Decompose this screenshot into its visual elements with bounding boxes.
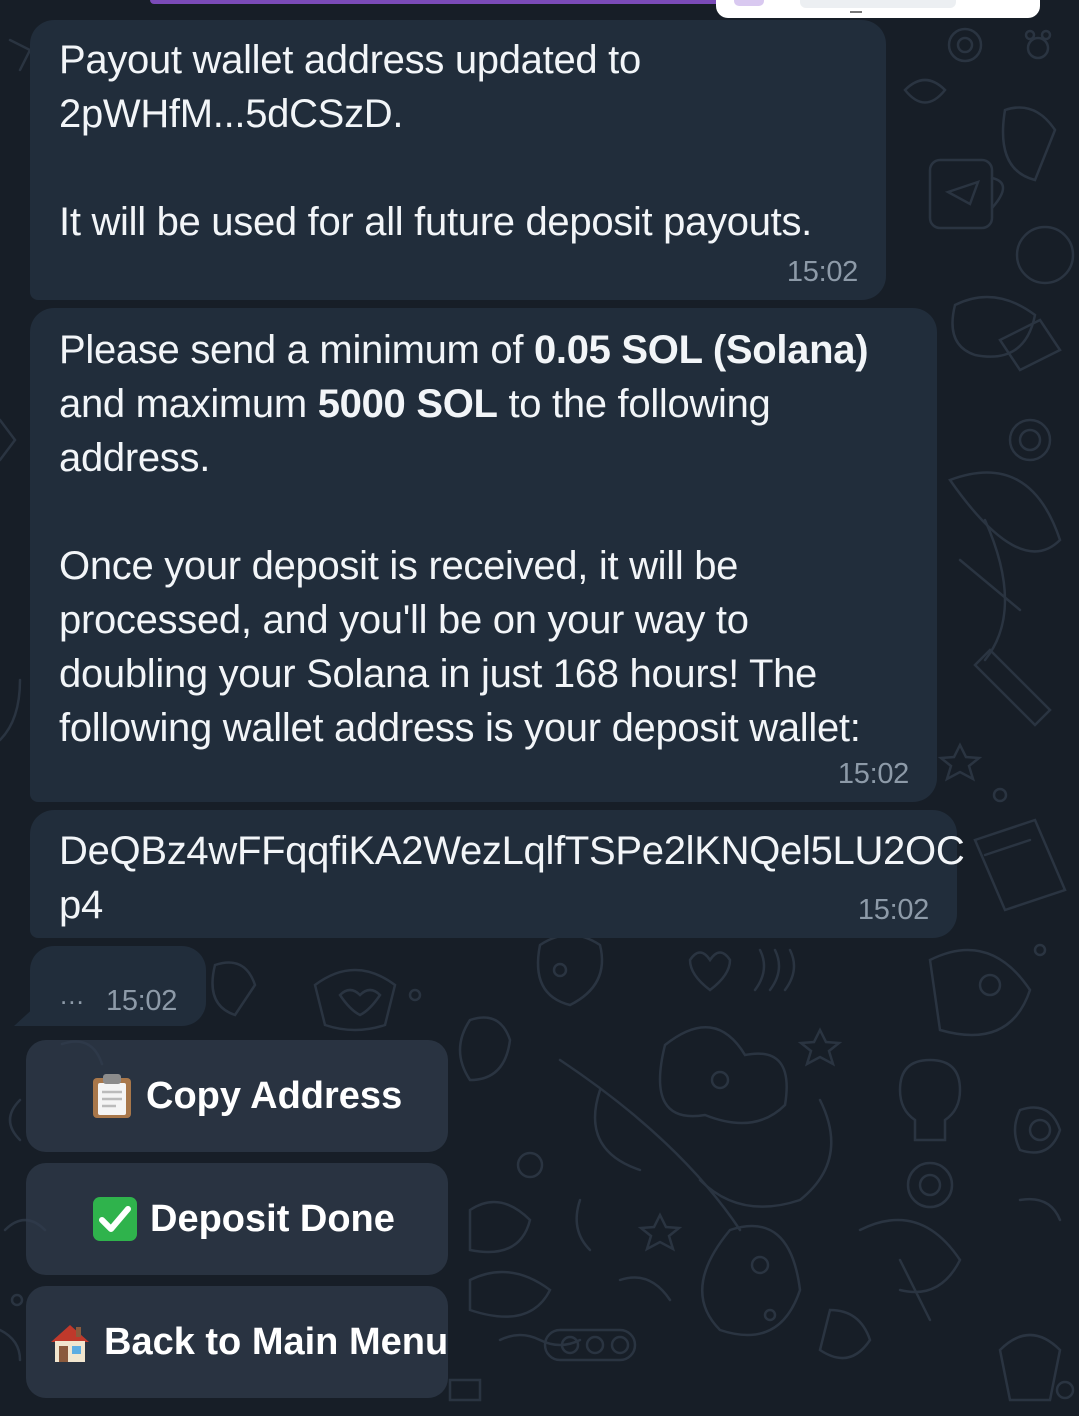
check-mark-button-icon <box>92 1196 138 1242</box>
message-time: 15:02 <box>786 256 858 288</box>
back-to-main-menu-button[interactable]: Back to Main Menu <box>26 1286 448 1398</box>
wallet-address-text[interactable]: DeQBz4wFFqqfiKA2WezLqlfTSPe2lKNQel5LU2OC <box>59 824 965 878</box>
min-amount: 0.05 SOL (Solana) <box>533 328 869 372</box>
deposit-done-label: Deposit Done <box>150 1197 395 1240</box>
copy-address-button[interactable]: Copy Address <box>26 1040 448 1152</box>
pinned-chip <box>800 0 956 8</box>
message-bubble[interactable]: ... 15:02 <box>30 946 206 1026</box>
message-bubble[interactable]: Payout wallet address updated to 2pWHfM.… <box>30 20 886 300</box>
message-text: processed, and you'll be on your way to <box>59 598 749 642</box>
ellipsis-text: ... <box>60 980 85 1010</box>
message-text-segment: Please send a minimum of <box>59 328 534 372</box>
message-time: 15:02 <box>106 985 178 1017</box>
max-amount: 5000 SOL <box>317 382 498 426</box>
back-to-main-menu-label: Back to Main Menu <box>104 1320 448 1363</box>
message-time: 15:02 <box>857 894 929 926</box>
wallet-address-text[interactable]: p4 <box>59 878 957 932</box>
message-text: 2pWHfM...5dCSzD. <box>59 92 404 136</box>
house-icon <box>48 1320 92 1364</box>
pinned-panel[interactable] <box>716 0 1040 18</box>
message-text-segment: to the following <box>497 382 771 426</box>
message-text: following wallet address is your deposit… <box>59 706 861 750</box>
message-text: doubling your Solana in just 168 hours! … <box>59 652 817 696</box>
clipboard-icon <box>90 1073 134 1119</box>
copy-address-label: Copy Address <box>146 1074 403 1117</box>
message-text: address. <box>59 436 211 480</box>
deposit-done-button[interactable]: Deposit Done <box>26 1163 448 1275</box>
message-text: Payout wallet address updated to <box>59 38 641 82</box>
message-time: 15:02 <box>837 758 909 790</box>
pinned-chip <box>734 0 764 6</box>
message-bubble-wallet-address[interactable]: DeQBz4wFFqqfiKA2WezLqlfTSPe2lKNQel5LU2OC… <box>30 810 965 938</box>
message-text: and maximum 5000 SOL to the following <box>59 377 937 431</box>
message-text-segment: and maximum <box>59 382 318 426</box>
message-text: Please send a minimum of 0.05 SOL (Solan… <box>59 323 937 377</box>
pinned-chip <box>850 11 862 13</box>
message-text: It will be used for all future deposit p… <box>59 200 812 244</box>
message-text: Once your deposit is received, it will b… <box>59 544 739 588</box>
message-bubble[interactable]: Please send a minimum of 0.05 SOL (Solan… <box>30 308 937 802</box>
